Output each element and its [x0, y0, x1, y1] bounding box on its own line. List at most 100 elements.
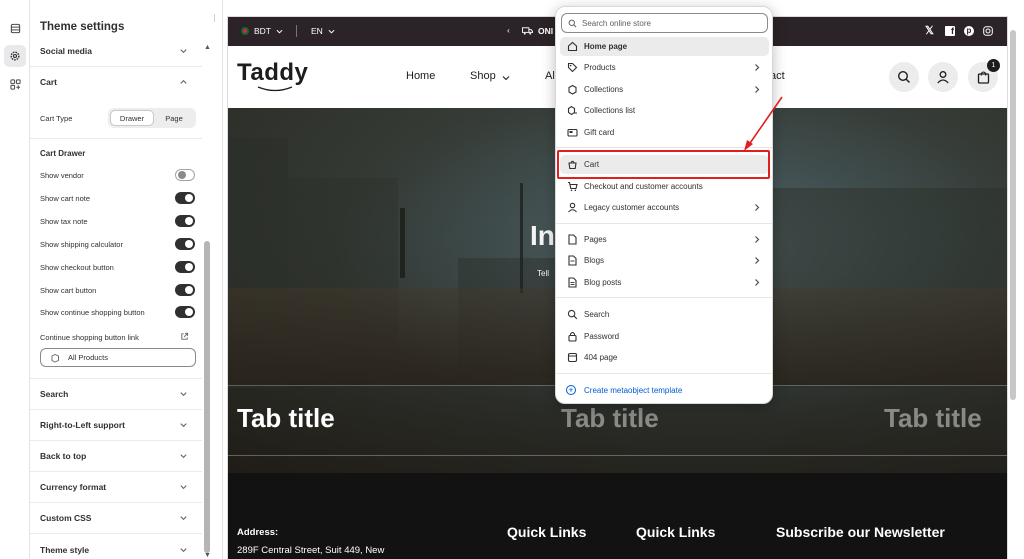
section-theme-style[interactable]: Theme style [30, 534, 202, 559]
show-cart-button-toggle[interactable] [175, 284, 195, 296]
section-title: Cart [40, 77, 58, 87]
show-checkout-button-toggle[interactable] [175, 261, 195, 273]
toggle-label: Show tax note [40, 217, 88, 226]
chevron-down-icon [502, 76, 510, 81]
menu-separator [556, 297, 772, 298]
chevron-right-icon [755, 257, 760, 264]
currency-selector[interactable]: BDT [254, 26, 271, 36]
cart-type-page-option[interactable]: Page [154, 110, 194, 126]
menu-item-pages[interactable]: Pages [560, 230, 769, 249]
blog-post-icon [568, 277, 577, 288]
section-custom-css[interactable]: Custom CSS [30, 503, 202, 534]
chevron-down-icon [180, 423, 187, 428]
facebook-icon[interactable]: f [945, 26, 955, 36]
show-vendor-toggle[interactable] [175, 169, 195, 181]
show-shipping-calculator-toggle[interactable] [175, 238, 195, 250]
tab-title-1[interactable]: Tab title [237, 403, 335, 434]
menu-item-password[interactable]: Password [560, 327, 769, 346]
menu-item-label: Password [584, 332, 620, 341]
tab-title-3[interactable]: Tab title [884, 403, 982, 434]
store-footer: Address: 289F Central Street, Suit 449, … [228, 473, 1007, 559]
search-icon [568, 19, 577, 28]
prev-announcement-icon[interactable]: ‹ [507, 25, 510, 35]
show-tax-note-toggle[interactable] [175, 215, 195, 227]
chevron-down-icon [276, 29, 283, 34]
preview-scrollbar[interactable] [1010, 30, 1016, 400]
menu-item-label: Checkout and customer accounts [584, 182, 703, 191]
logo-swoosh [257, 86, 293, 92]
show-continue-shopping-toggle[interactable] [175, 306, 195, 318]
menu-item-products[interactable]: Products [560, 58, 769, 77]
chevron-right-icon [755, 86, 760, 93]
menu-item-collections[interactable]: Collections [560, 80, 769, 99]
section-social-media[interactable]: Social media [30, 36, 202, 67]
hero-title: In [530, 220, 555, 251]
tag-icon [567, 62, 578, 73]
chevron-right-icon [755, 64, 760, 71]
sections-icon[interactable] [4, 17, 26, 39]
menu-item-blog-posts[interactable]: Blog posts [560, 273, 769, 292]
menu-item-label: Blog posts [584, 278, 622, 287]
language-selector[interactable]: EN [311, 26, 323, 36]
collapse-icon[interactable] [210, 14, 219, 25]
menu-item-404-page[interactable]: 404 page [560, 348, 769, 367]
store-logo[interactable]: Taddy [237, 59, 308, 87]
cart-type-drawer-option[interactable]: Drawer [110, 110, 154, 126]
chevron-down-icon [180, 485, 187, 490]
truck-icon [522, 27, 533, 35]
x-icon[interactable]: 𝕏 [925, 24, 934, 37]
tab-divider [228, 455, 1007, 456]
menu-item-search[interactable]: Search [560, 305, 769, 324]
store-search-input[interactable]: Search online store [561, 13, 768, 33]
divider [296, 25, 297, 37]
continue-shopping-link-field[interactable]: All Products [40, 348, 196, 367]
section-search[interactable]: Search [30, 379, 202, 410]
toggle-label: Show continue shopping button [40, 308, 145, 317]
chevron-down-icon [180, 392, 187, 397]
cart-drawer-title: Cart Drawer [40, 149, 86, 158]
divider [30, 138, 202, 139]
section-currency-format[interactable]: Currency format [30, 472, 202, 503]
scrollbar-thumb[interactable] [204, 241, 210, 553]
menu-item-home-page[interactable]: Home page [560, 37, 769, 56]
scroll-up-arrow[interactable]: ▲ [204, 44, 211, 51]
tab-title-2[interactable]: Tab title [561, 403, 659, 434]
menu-item-label: Home page [584, 42, 628, 51]
nav-shop[interactable]: Shop [470, 70, 496, 82]
menu-separator [556, 223, 772, 224]
menu-item-checkout[interactable]: Checkout and customer accounts [560, 177, 769, 196]
search-button[interactable] [889, 62, 919, 92]
instagram-icon[interactable] [983, 26, 993, 36]
theme-settings-panel: Theme settings Social media Cart Cart Ty… [30, 0, 223, 559]
error-page-icon [567, 352, 578, 363]
apps-icon[interactable] [4, 73, 26, 95]
gift-card-icon [567, 128, 578, 137]
nav-about[interactable]: Al [545, 70, 555, 82]
cart-type-segmented-control: Drawer Page [108, 108, 196, 128]
create-metaobject-template-link[interactable]: Create metaobject template [584, 386, 682, 395]
menu-item-blogs[interactable]: Blogs [560, 251, 769, 270]
pinterest-icon[interactable]: p [964, 26, 974, 36]
collection-icon [51, 354, 59, 363]
menu-item-gift-card[interactable]: Gift card [560, 123, 769, 142]
home-icon [567, 41, 578, 52]
account-button[interactable] [928, 62, 958, 92]
menu-item-label: Blogs [584, 256, 605, 265]
annotation-highlight-box [557, 150, 770, 179]
section-cart[interactable]: Cart [30, 67, 202, 97]
footer-address-line: 289F Central Street, Suit 449, New [237, 545, 385, 556]
section-rtl-support[interactable]: Right-to-Left support [30, 410, 202, 441]
checkout-icon [568, 181, 578, 192]
menu-item-collections-list[interactable]: Collections list [560, 101, 769, 120]
scroll-down-arrow[interactable]: ▼ [204, 552, 211, 559]
external-link-icon[interactable] [180, 332, 189, 341]
link-value: All Products [68, 353, 109, 362]
menu-item-label: Collections list [584, 106, 636, 115]
show-cart-note-toggle[interactable] [175, 192, 195, 204]
section-back-to-top[interactable]: Back to top [30, 441, 202, 472]
settings-icon[interactable] [4, 45, 26, 67]
section-title: Social media [40, 46, 92, 56]
chevron-down-icon [180, 547, 187, 552]
menu-item-legacy-accounts[interactable]: Legacy customer accounts [560, 198, 769, 217]
nav-home[interactable]: Home [406, 70, 435, 82]
